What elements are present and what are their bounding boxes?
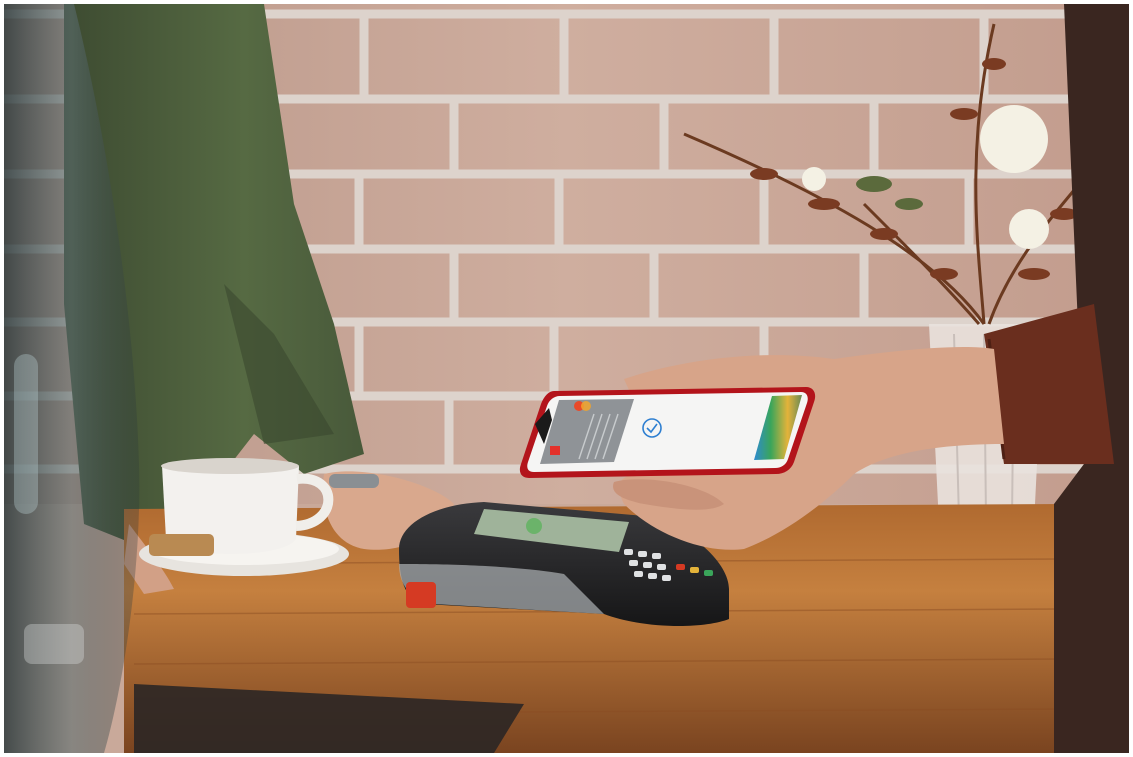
terminal-red-tab bbox=[406, 582, 436, 608]
bank-logo-icon bbox=[550, 446, 560, 455]
photo-frame bbox=[4, 4, 1129, 753]
scene bbox=[4, 4, 1129, 753]
smartphone bbox=[519, 387, 816, 478]
terminal-check-icon bbox=[526, 518, 542, 534]
cookie bbox=[149, 534, 214, 556]
